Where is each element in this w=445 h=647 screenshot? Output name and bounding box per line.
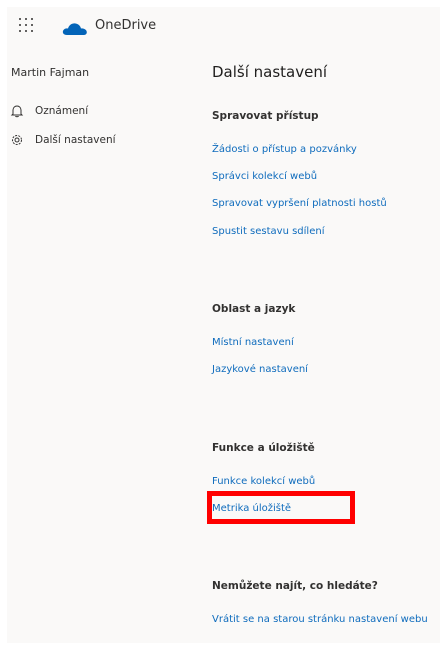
highlight-box [207, 491, 355, 524]
sidebar-item-more-settings[interactable]: Další nastavení [7, 131, 193, 153]
onedrive-cloud-icon [62, 23, 87, 35]
sidebar-item-label: Další nastavení [35, 134, 116, 146]
link-sharing-report[interactable]: Spustit sestavu sdílení [212, 226, 324, 237]
sidebar: Martin Fajman Oznámení Další nastavení [7, 41, 197, 643]
link-site-collection-features[interactable]: Funkce kolekcí webů [212, 476, 315, 487]
link-site-collection-admins[interactable]: Správci kolekcí webů [212, 171, 317, 182]
top-bar: OneDrive [7, 7, 440, 41]
bell-icon [10, 105, 24, 118]
sidebar-item-notifications[interactable]: Oznámení [7, 102, 193, 124]
section-heading-manage-access: Spravovat přístup [212, 110, 319, 122]
section-heading-cant-find: Nemůžete najít, co hledáte? [212, 580, 378, 592]
section-heading-features-storage: Funkce a úložiště [212, 442, 315, 454]
app-name[interactable]: OneDrive [95, 18, 156, 33]
section-heading-region-language: Oblast a jazyk [212, 303, 296, 315]
link-regional-settings[interactable]: Místní nastavení [212, 337, 294, 348]
link-access-requests[interactable]: Žádosti o přístup a pozvánky [212, 144, 357, 155]
settings-panel: Další nastavení Spravovat přístup Žádost… [197, 41, 440, 643]
sidebar-item-label: Oznámení [35, 105, 89, 117]
user-name: Martin Fajman [11, 66, 90, 79]
app-launcher-icon[interactable] [19, 18, 33, 32]
app-window: OneDrive Martin Fajman Oznámení Další na… [7, 7, 440, 643]
link-classic-site-settings[interactable]: Vrátit se na starou stránku nastavení we… [212, 614, 428, 625]
link-language-settings[interactable]: Jazykové nastavení [212, 364, 308, 375]
gear-icon [12, 135, 22, 145]
page-title: Další nastavení [212, 63, 328, 81]
link-guest-expiration[interactable]: Spravovat vypršení platnosti hostů [212, 198, 387, 209]
